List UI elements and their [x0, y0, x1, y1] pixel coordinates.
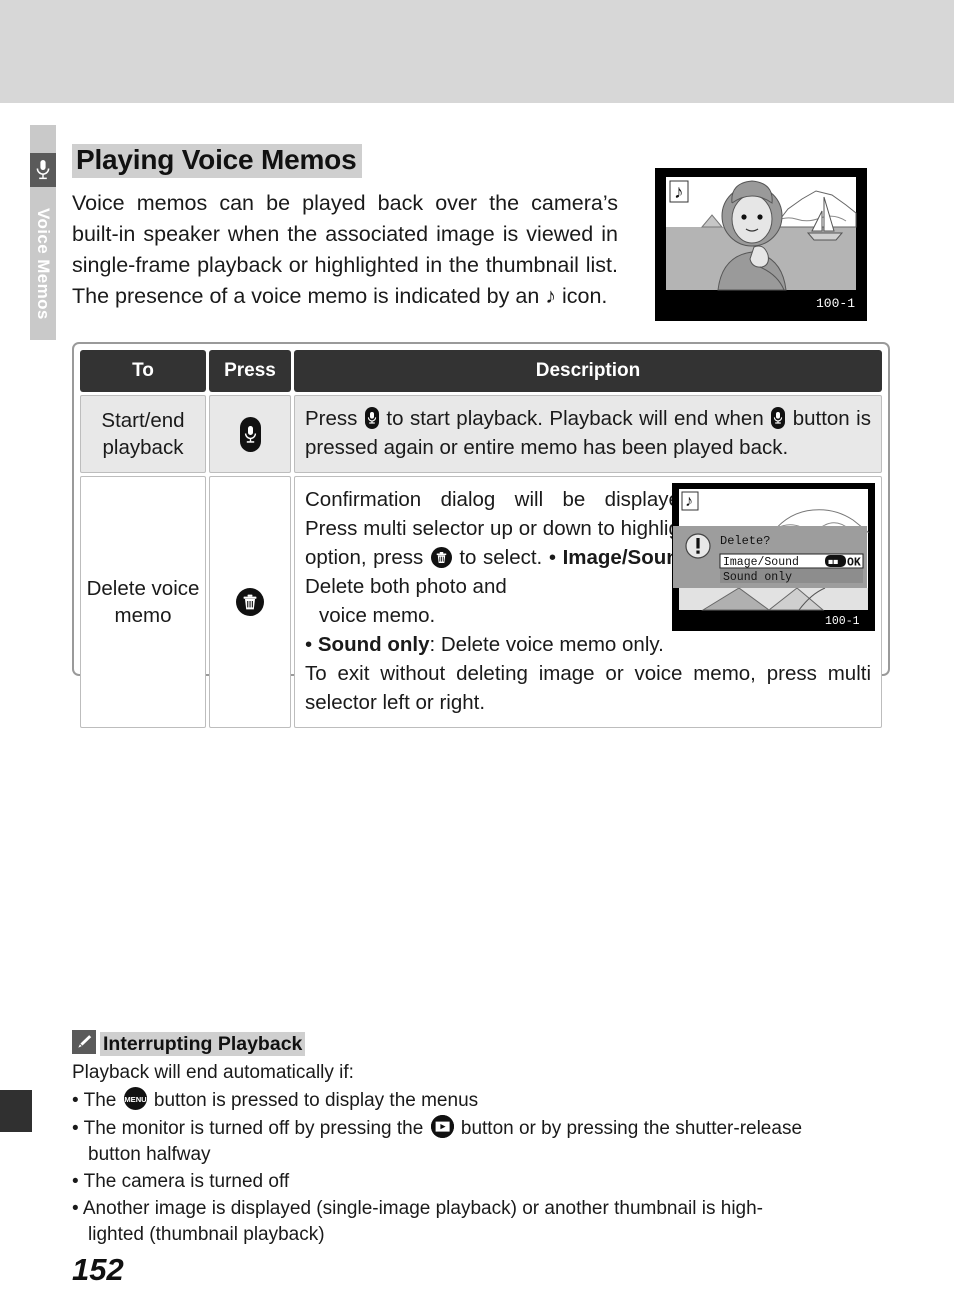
bullet-sound-only: • Sound only: Delete voice memo only. [305, 633, 664, 656]
microphone-button-icon [771, 407, 786, 429]
page-edge-marker [0, 1090, 32, 1132]
table-row: Start/end playback Press to start playba… [80, 395, 882, 473]
dialog-title-text: Delete? [720, 534, 770, 548]
controls-table: To Press Description Start/end playback [72, 342, 890, 728]
note-title: Interrupting Playback [100, 1032, 306, 1056]
frame-number-text: 100-1 [825, 615, 860, 628]
microphone-icon [30, 153, 56, 187]
bullet-sound-only-text: : Delete voice memo only. [429, 633, 664, 656]
note-item-another-image: • Another image is displayed (single-ima… [72, 1198, 764, 1245]
note-lead: Playback will end automatically if: [72, 1062, 354, 1083]
microphone-button-icon [239, 416, 261, 452]
svg-text:♪: ♪ [685, 493, 693, 510]
desc-delete-exit: To exit without deleting image or voice … [305, 662, 871, 714]
row-description-delete: Confirmation dialog will be displayed. P… [294, 476, 882, 728]
column-header-to: To [80, 350, 206, 392]
menu-button-icon: MENU [123, 1087, 147, 1110]
page-title: Playing Voice Memos [72, 143, 363, 178]
dialog-ok-text: OK [847, 557, 861, 570]
interrupting-playback-note: Interrupting Playback Playback will end … [72, 1030, 892, 1248]
intro-paragraph: Voice memos can be played back over the … [72, 190, 618, 308]
note-item-menu: • The MENU button is pressed to display … [72, 1087, 892, 1114]
row-press-trash [209, 476, 291, 728]
svg-text:■■: ■■ [828, 558, 838, 568]
bullet-image-sound-cont: voice memo. [319, 604, 436, 627]
frame-number-text: 100-1 [816, 296, 855, 311]
bullet-sound-only-label: Sound only [317, 633, 430, 656]
dialog-option-other-text: Sound only [723, 571, 792, 584]
row-to-start-end-playback: Start/end playback [80, 395, 206, 473]
column-header-press: Press [209, 350, 291, 392]
row-press-microphone [209, 395, 291, 473]
chapter-tab-label-text: Voice Memos [34, 208, 53, 320]
desc-delete-lead-end: to select. [452, 546, 543, 569]
note-item-monitor: • The monitor is turned off by pressing … [72, 1115, 892, 1168]
note-body: Playback will end automatically if: • Th… [72, 1060, 892, 1248]
trash-button-icon [236, 588, 264, 616]
pencil-icon [72, 1030, 96, 1054]
column-header-description: Description [294, 350, 882, 392]
table-header-row: To Press Description [80, 350, 882, 392]
svg-text:MENU: MENU [124, 1095, 147, 1104]
note-item-camera-off: • The camera is turned off [72, 1171, 290, 1192]
row-description-start-end: Press to start playback. Playback will e… [294, 395, 882, 473]
chapter-tab-label: Voice Memos [30, 188, 56, 340]
table-row: Delete voice memo Confirmation dialog wi… [80, 476, 882, 728]
note-title-row: Interrupting Playback [72, 1030, 892, 1056]
dialog-option-selected-text: Image/Sound [723, 556, 799, 569]
camera-playback-illustration: ♪ 100-1 [655, 168, 867, 321]
page-number: 152 [72, 1252, 124, 1287]
trash-button-icon [430, 547, 452, 568]
delete-dialog-illustration: ♪ Delete? Image/Sound ■■ OK Sound only 1… [672, 483, 875, 631]
top-banner [0, 0, 954, 103]
desc-text-part2: to start playback. Playback will end whe… [379, 407, 771, 430]
playback-button-icon [430, 1115, 454, 1138]
svg-text:♪: ♪ [674, 182, 684, 203]
microphone-button-icon [364, 407, 379, 429]
row-to-delete-voice-memo: Delete voice memo [80, 476, 206, 728]
desc-text-part1: Press [305, 407, 364, 430]
